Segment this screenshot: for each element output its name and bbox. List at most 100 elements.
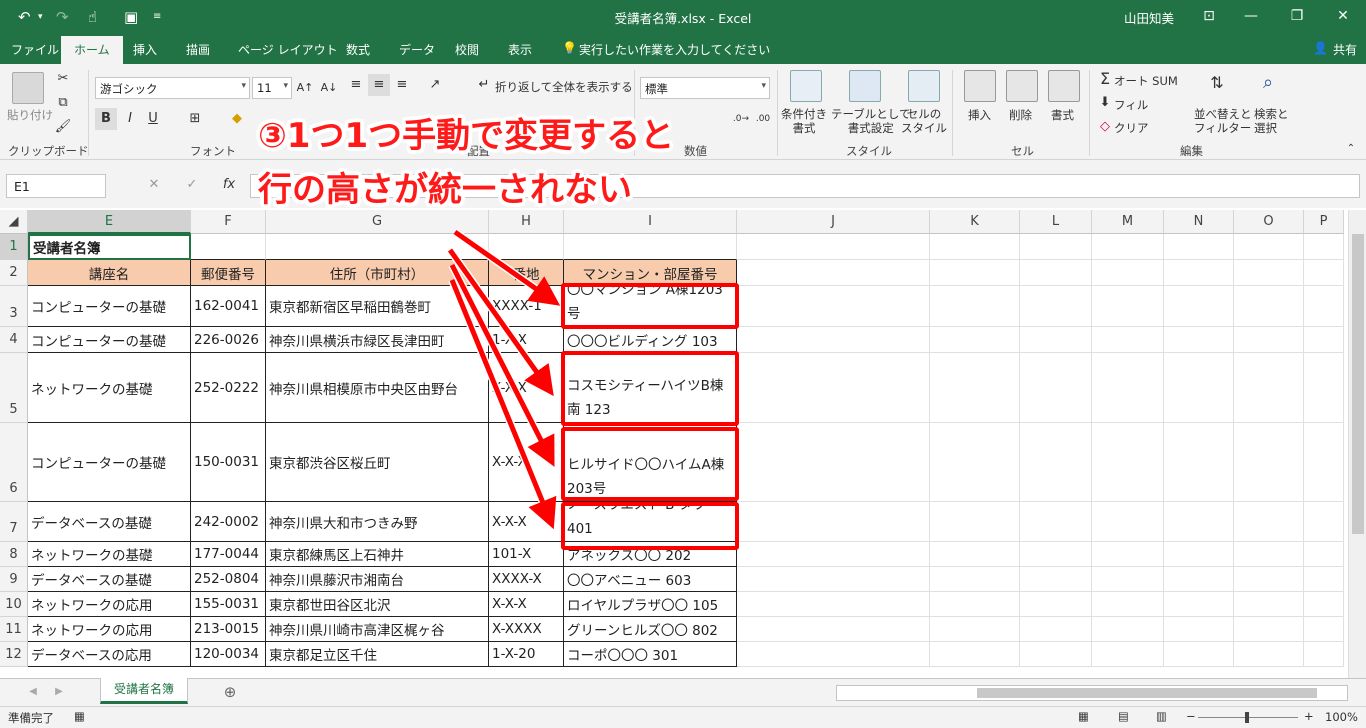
cell-L12[interactable] — [1020, 642, 1092, 667]
cell-M10[interactable] — [1092, 592, 1164, 617]
cell-K2[interactable] — [930, 260, 1020, 286]
format-painter-icon[interactable]: 🖌 — [52, 116, 74, 138]
tab-insert[interactable]: 挿入 — [133, 41, 157, 58]
format-cells-button[interactable]: 書式 — [1051, 107, 1074, 123]
find-select-button[interactable]: 検索と 選択 — [1254, 107, 1289, 135]
cell-K10[interactable] — [930, 592, 1020, 617]
font-size-select[interactable]: 11 — [252, 77, 292, 99]
cell-P4[interactable] — [1304, 327, 1344, 353]
cell-J5[interactable] — [737, 353, 930, 423]
close-icon[interactable]: ✕ — [1320, 0, 1366, 34]
cell-M4[interactable] — [1092, 327, 1164, 353]
zoom-in-icon[interactable]: + — [1304, 709, 1314, 723]
cell-L9[interactable] — [1020, 567, 1092, 592]
cell-M11[interactable] — [1092, 617, 1164, 642]
cell-O12[interactable] — [1234, 642, 1304, 667]
cut-icon[interactable]: ✂ — [52, 68, 74, 90]
cell-styles-button[interactable]: セルの スタイル — [901, 107, 947, 135]
h-scroll-thumb[interactable] — [977, 688, 1317, 698]
cell-P1[interactable] — [1304, 234, 1344, 260]
cancel-icon[interactable]: ✕ — [143, 174, 165, 196]
cell-J6[interactable] — [737, 423, 930, 502]
cell-J9[interactable] — [737, 567, 930, 592]
increase-decimal-icon[interactable]: .0→ — [730, 108, 752, 130]
cell-O4[interactable] — [1234, 327, 1304, 353]
cell-M3[interactable] — [1092, 286, 1164, 327]
cell-J1[interactable] — [737, 234, 930, 260]
cell-L7[interactable] — [1020, 502, 1092, 542]
ribbon-display-icon[interactable]: ⊡ — [1186, 0, 1232, 34]
tab-view[interactable]: 表示 — [508, 41, 532, 58]
cell-O10[interactable] — [1234, 592, 1304, 617]
cell-N7[interactable] — [1164, 502, 1234, 542]
align-top-icon[interactable]: ≡ — [345, 74, 367, 96]
cell-O7[interactable] — [1234, 502, 1304, 542]
restore-icon[interactable]: ❐ — [1274, 0, 1320, 34]
cell-N8[interactable] — [1164, 542, 1234, 567]
cell-P6[interactable] — [1304, 423, 1344, 502]
cell-K8[interactable] — [930, 542, 1020, 567]
cell-O5[interactable] — [1234, 353, 1304, 423]
cell-M6[interactable] — [1092, 423, 1164, 502]
font-name-select[interactable]: 游ゴシック — [95, 77, 250, 99]
column-header-K[interactable]: K — [930, 210, 1020, 234]
autosum-icon[interactable]: Σ — [1094, 68, 1116, 90]
sort-filter-icon[interactable]: ⇅ — [1206, 72, 1228, 94]
column-header-M[interactable]: M — [1092, 210, 1164, 234]
tab-draw[interactable]: 描画 — [186, 41, 210, 58]
name-box[interactable]: E1 — [6, 174, 106, 198]
cell-P5[interactable] — [1304, 353, 1344, 423]
enter-icon[interactable]: ✓ — [181, 174, 203, 196]
align-bottom-icon[interactable]: ≡ — [391, 74, 413, 96]
bold-icon[interactable]: B — [95, 108, 117, 130]
cell-M2[interactable] — [1092, 260, 1164, 286]
cell-N3[interactable] — [1164, 286, 1234, 327]
cell-P3[interactable] — [1304, 286, 1344, 327]
cell-K6[interactable] — [930, 423, 1020, 502]
cell-J2[interactable] — [737, 260, 930, 286]
cell-K1[interactable] — [930, 234, 1020, 260]
cell-N10[interactable] — [1164, 592, 1234, 617]
increase-font-icon[interactable]: A↑ — [294, 77, 316, 99]
cell-L3[interactable] — [1020, 286, 1092, 327]
insert-cells-icon[interactable] — [964, 70, 996, 102]
cell-L1[interactable] — [1020, 234, 1092, 260]
scroll-thumb[interactable] — [1352, 234, 1364, 534]
cell-P11[interactable] — [1304, 617, 1344, 642]
column-header-J[interactable]: J — [737, 210, 930, 234]
cell-N6[interactable] — [1164, 423, 1234, 502]
cell-P9[interactable] — [1304, 567, 1344, 592]
tab-data[interactable]: データ — [399, 41, 435, 58]
share-icon[interactable]: 👤 — [1313, 41, 1328, 55]
delete-cells-icon[interactable] — [1006, 70, 1038, 102]
prev-sheet-icon[interactable]: ◀ — [22, 681, 44, 703]
cell-J3[interactable] — [737, 286, 930, 327]
column-header-N[interactable]: N — [1164, 210, 1234, 234]
column-header-O[interactable]: O — [1234, 210, 1304, 234]
cell-O3[interactable] — [1234, 286, 1304, 327]
copy-icon[interactable]: ⧉ — [52, 92, 74, 114]
underline-icon[interactable]: U — [142, 108, 164, 130]
cell-P7[interactable] — [1304, 502, 1344, 542]
cell-L2[interactable] — [1020, 260, 1092, 286]
vertical-scrollbar[interactable] — [1348, 210, 1366, 678]
cell-J7[interactable] — [737, 502, 930, 542]
zoom-level[interactable]: 100% — [1325, 710, 1358, 724]
cell-K12[interactable] — [930, 642, 1020, 667]
cell-O8[interactable] — [1234, 542, 1304, 567]
macro-record-icon[interactable]: ▦ — [74, 709, 85, 723]
cell-styles-icon[interactable] — [908, 70, 940, 102]
cell-K7[interactable] — [930, 502, 1020, 542]
decrease-decimal-icon[interactable]: .00 — [752, 108, 774, 130]
cell-P12[interactable] — [1304, 642, 1344, 667]
insert-function-icon[interactable]: fx — [218, 174, 240, 196]
cell-L5[interactable] — [1020, 353, 1092, 423]
user-name[interactable]: 山田知美 — [1124, 8, 1174, 27]
cell-N4[interactable] — [1164, 327, 1234, 353]
sort-filter-button[interactable]: 並べ替えと フィルター — [1194, 107, 1252, 135]
minimize-icon[interactable]: — — [1228, 0, 1274, 34]
cell-K5[interactable] — [930, 353, 1020, 423]
column-header-P[interactable]: P — [1304, 210, 1344, 234]
cell-N2[interactable] — [1164, 260, 1234, 286]
column-header-L[interactable]: L — [1020, 210, 1092, 234]
